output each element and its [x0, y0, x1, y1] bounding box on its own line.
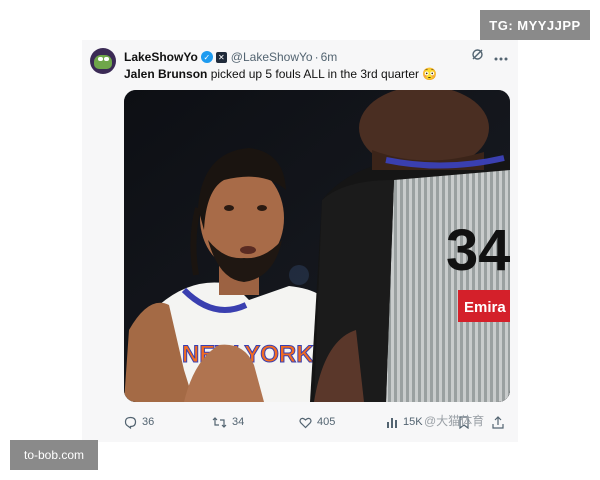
tweet-card[interactable]: LakeShowYo ✓ ✕ @LakeShowYo · 6m Jalen Br…: [82, 40, 518, 442]
grok-icon[interactable]: [471, 48, 484, 64]
repost-count: 34: [232, 416, 245, 428]
user-handle[interactable]: @LakeShowYo: [231, 50, 313, 64]
heart-icon: [299, 417, 312, 428]
avatar-frog-shape: [94, 55, 112, 69]
affiliate-badge-icon: ✕: [215, 51, 227, 63]
repost-icon: [212, 416, 227, 428]
reply-count: 36: [142, 416, 155, 428]
timestamp[interactable]: 6m: [321, 50, 338, 64]
tweet-header: LakeShowYo ✓ ✕ @LakeShowYo · 6m: [124, 49, 337, 65]
reply-icon: [124, 416, 137, 429]
views-chart-icon: [387, 418, 397, 428]
like-button[interactable]: 405: [299, 416, 335, 429]
tweet-text-player: Jalen Brunson: [124, 67, 208, 81]
share-button[interactable]: [492, 415, 504, 429]
tweet-text: Jalen Brunson picked up 5 fouls ALL in t…: [124, 67, 437, 81]
more-options-icon[interactable]: [494, 49, 508, 64]
views-button[interactable]: 15K: [386, 416, 423, 428]
tweet-text-body: picked up 5 fouls ALL in the 3rd quarter…: [207, 67, 438, 81]
display-name[interactable]: LakeShowYo: [124, 50, 198, 64]
photo-illustration: NEW YORK 34 Emira: [124, 90, 510, 402]
top-right-icons: [471, 48, 508, 64]
avatar[interactable]: [90, 48, 116, 74]
time-separator: ·: [314, 50, 319, 64]
reply-button[interactable]: 36: [124, 416, 154, 429]
site-watermark-badge: to-bob.com: [10, 440, 98, 470]
referee-number: 34: [446, 218, 510, 283]
avatar-eye-right: [104, 57, 109, 61]
tg-watermark-badge: TG: MYYJJPP: [480, 10, 590, 40]
avatar-eye-left: [98, 57, 103, 61]
tweet-media-image[interactable]: NEW YORK 34 Emira: [124, 90, 510, 402]
referee-patch-text: Emira: [464, 299, 506, 316]
repost-button[interactable]: 34: [212, 416, 244, 429]
like-count: 405: [317, 416, 336, 428]
view-count: 15K: [403, 416, 423, 428]
share-icon: [492, 415, 504, 429]
verified-check-icon: ✓: [200, 51, 213, 63]
source-watermark: @大猫体育: [424, 414, 485, 428]
